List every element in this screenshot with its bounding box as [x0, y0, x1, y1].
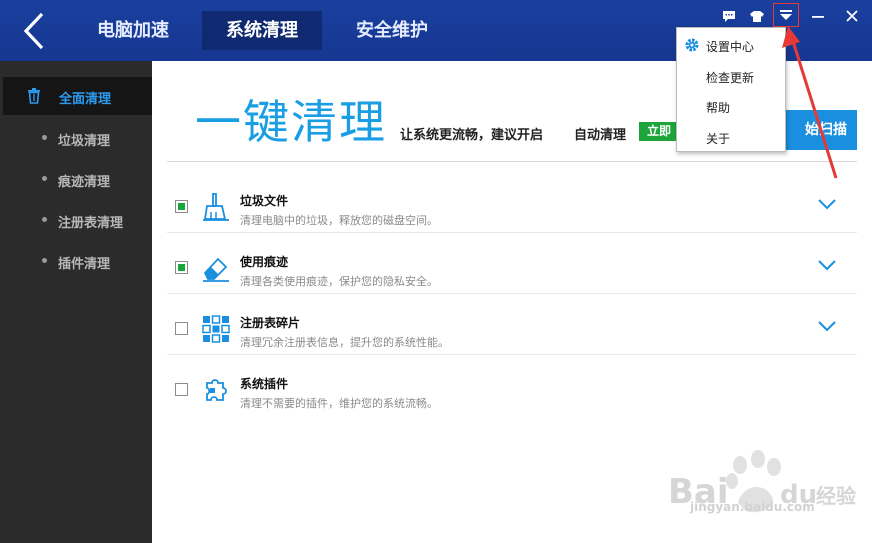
row-title: 垃圾文件: [240, 194, 289, 208]
chevron-left-icon: [23, 12, 44, 50]
puzzle-plugin-icon: [206, 379, 227, 401]
skin-shirt-icon: [750, 10, 764, 22]
menu-item-label: 检查更新: [706, 71, 755, 85]
sidebar-item-full-cleanup[interactable]: 全面清理: [3, 77, 152, 115]
menu-item-about[interactable]: 关于: [677, 122, 785, 150]
page-title: 一键清理: [195, 95, 387, 149]
menu-item-label: 设置中心: [706, 40, 755, 54]
sidebar-item-registry-cleanup[interactable]: 注册表清理: [0, 206, 152, 234]
sidebar-item-label: 垃圾清理: [58, 134, 111, 149]
bullet-dot: [42, 135, 47, 140]
settings-dropdown-menu: 设置中心 检查更新 帮助 关于: [676, 27, 786, 152]
list-item-usage-traces: 使用痕迹 清理各类使用痕迹，保护您的隐私安全。: [167, 233, 857, 294]
bullet-dot: [42, 258, 47, 263]
row-description: 清理各类使用痕迹，保护您的隐私安全。: [240, 275, 438, 288]
sidebar-item-label: 痕迹清理: [58, 175, 111, 190]
auto-cleanup-label: 自动清理: [574, 128, 627, 143]
watermark-url: jingyan.baidu.com: [690, 500, 815, 514]
feedback-icon: [723, 11, 735, 22]
divider: [167, 161, 857, 162]
sidebar: 全面清理 垃圾清理 痕迹清理 注册表清理 插件清理: [0, 61, 152, 543]
menu-item-label: 帮助: [706, 101, 731, 115]
tab-system-cleanup[interactable]: 系统清理: [202, 11, 322, 50]
tab-pc-acceleration[interactable]: 电脑加速: [80, 11, 186, 50]
menu-item-check-updates[interactable]: 检查更新: [677, 61, 785, 89]
skin-button[interactable]: [744, 4, 770, 28]
gear-icon: [685, 38, 699, 52]
chevron-down-icon[interactable]: [817, 320, 837, 332]
sidebar-item-label: 全面清理: [59, 92, 112, 107]
usage-traces-checkbox[interactable]: [175, 261, 188, 274]
row-description: 清理不需要的插件，维护您的系统流畅。: [240, 397, 438, 410]
chevron-down-icon[interactable]: [817, 259, 837, 271]
back-button[interactable]: [14, 10, 54, 52]
bullet-dot: [42, 176, 47, 181]
tab-security-maintenance[interactable]: 安全维护: [338, 11, 446, 50]
baidu-watermark-logo: Bai du 经验: [668, 450, 856, 513]
menu-item-settings-center[interactable]: 设置中心: [677, 30, 785, 58]
chevron-down-icon[interactable]: [817, 198, 837, 210]
hero-subtitle: 让系统更流畅，建议开启: [400, 128, 544, 143]
registry-grid-icon: [202, 315, 230, 343]
row-description: 清理电脑中的垃圾，释放您的磁盘空间。: [240, 214, 438, 227]
menu-item-help[interactable]: 帮助: [677, 91, 785, 119]
trash-icon: [28, 88, 40, 104]
broom-icon: [203, 193, 229, 221]
system-plugins-checkbox[interactable]: [175, 383, 188, 396]
sidebar-item-label: 注册表清理: [58, 216, 124, 231]
list-item-system-plugins: 系统插件 清理不需要的插件，维护您的系统流畅。: [167, 355, 857, 416]
registry-fragments-checkbox[interactable]: [175, 322, 188, 335]
row-title: 使用痕迹: [240, 255, 289, 269]
sidebar-item-label: 插件清理: [58, 257, 111, 272]
bullet-dot: [42, 217, 47, 222]
row-title: 系统插件: [240, 377, 289, 391]
menu-item-label: 关于: [706, 132, 731, 146]
row-description: 清理冗余注册表信息，提升您的系统性能。: [240, 336, 449, 349]
list-item-registry-fragments: 注册表碎片 清理冗余注册表信息，提升您的系统性能。: [167, 294, 857, 355]
annotation-arrow: [782, 26, 838, 179]
row-title: 注册表碎片: [240, 316, 301, 330]
svg-text:经验: 经验: [816, 484, 856, 508]
sidebar-item-plugin-cleanup[interactable]: 插件清理: [0, 247, 152, 275]
junk-files-checkbox[interactable]: [175, 200, 188, 213]
sidebar-item-trace-cleanup[interactable]: 痕迹清理: [0, 165, 152, 193]
list-item-junk-files: 垃圾文件 清理电脑中的垃圾，释放您的磁盘空间。: [167, 172, 857, 233]
eraser-icon: [203, 257, 229, 282]
sidebar-item-junk-cleanup[interactable]: 垃圾清理: [0, 124, 152, 152]
feedback-button[interactable]: [716, 4, 742, 28]
